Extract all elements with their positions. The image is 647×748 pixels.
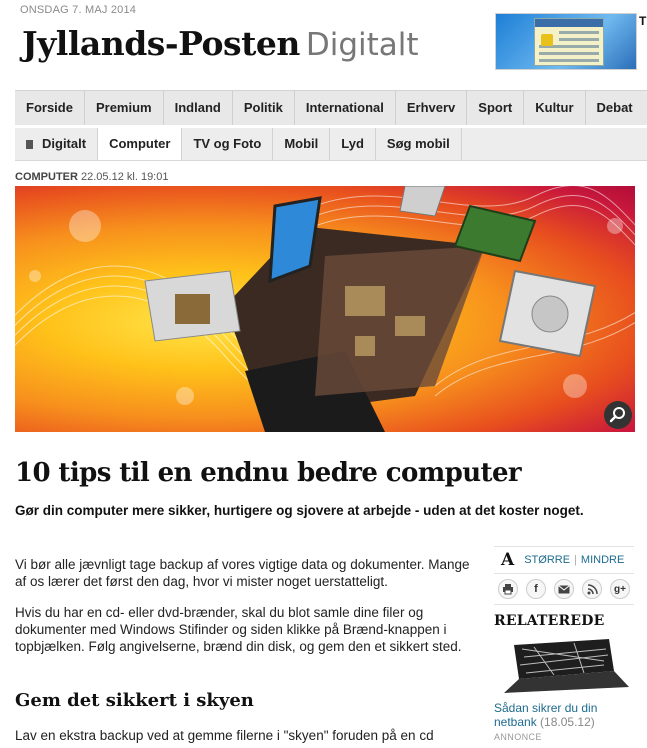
article-sidebar: A STØRRE | MINDRE f g+ RELATEREDE Sådan …	[494, 546, 634, 742]
date-label: ONSDAG 7. MAJ 2014	[20, 4, 137, 16]
related-item-date: (18.05.12)	[540, 715, 595, 729]
related-heading: RELATEREDE	[494, 613, 605, 629]
font-size-letter: A	[501, 550, 515, 570]
font-larger-link[interactable]: STØRRE	[524, 554, 570, 566]
magnifier-icon	[609, 407, 625, 423]
share-bar: f g+	[494, 574, 634, 605]
logo-main-text: Jyllands-Posten	[22, 24, 300, 63]
site-logo[interactable]: Jyllands-Posten Digitalt	[22, 24, 419, 63]
article-subheading: Gem det sikkert i skyen	[15, 690, 254, 711]
hero-image[interactable]	[15, 186, 635, 432]
article-paragraph: Hvis du har en cd- eller dvd-brænder, sk…	[15, 605, 462, 654]
subnav-item-lyd[interactable]: Lyd	[330, 128, 376, 160]
ad-window-graphic	[534, 18, 604, 66]
square-icon	[26, 140, 33, 149]
advertisement-label: ANNONCE	[494, 732, 542, 742]
nav-item-premium[interactable]: Premium	[85, 91, 164, 125]
google-plus-icon[interactable]: g+	[610, 579, 630, 599]
article-title: 10 tips til en endnu bedre computer	[15, 458, 522, 488]
hero-illustration	[15, 186, 635, 432]
font-smaller-link[interactable]: MINDRE	[581, 554, 624, 566]
subnav-label: Digitalt	[42, 136, 87, 151]
nav-item-erhverv[interactable]: Erhverv	[396, 91, 468, 125]
header-advertisement[interactable]	[495, 13, 637, 70]
subnav-item-digitalt[interactable]: Digitalt	[15, 128, 99, 160]
related-thumbnail[interactable]	[494, 635, 634, 695]
logo-sub-text: Digitalt	[305, 27, 419, 63]
section-label[interactable]: COMPUTER	[15, 171, 78, 183]
nav-item-international[interactable]: International	[295, 91, 396, 125]
nav-item-politik[interactable]: Politik	[233, 91, 295, 125]
subnav-item-computer[interactable]: Computer	[98, 128, 183, 160]
article-meta: COMPUTER 22.05.12 kl. 19:01	[15, 171, 168, 183]
nav-item-indland[interactable]: Indland	[164, 91, 233, 125]
cut-off-text: T	[639, 14, 647, 28]
related-item[interactable]: Sådan sikrer du din netbank (18.05.12)	[494, 701, 634, 729]
font-divider: |	[574, 554, 577, 566]
article-lead: Gør din computer mere sikker, hurtigere …	[15, 503, 584, 518]
sub-navigation: Digitalt Computer TV og Foto Mobil Lyd S…	[15, 128, 647, 161]
article-timestamp: 22.05.12 kl. 19:01	[81, 171, 169, 183]
email-icon[interactable]	[554, 579, 574, 599]
subnav-item-sog-mobil[interactable]: Søg mobil	[376, 128, 462, 160]
nav-item-forside[interactable]: Forside	[15, 91, 85, 125]
article-paragraph: Vi bør alle jævnligt tage backup af vore…	[15, 557, 470, 589]
nav-item-debat[interactable]: Debat	[586, 91, 644, 125]
facebook-icon[interactable]: f	[526, 579, 546, 599]
subnav-item-mobil[interactable]: Mobil	[273, 128, 331, 160]
nav-item-sport[interactable]: Sport	[467, 91, 525, 125]
nav-item-kultur[interactable]: Kultur	[524, 91, 586, 125]
rss-icon[interactable]	[582, 579, 602, 599]
font-size-controls: A STØRRE | MINDRE	[494, 546, 634, 574]
zoom-button[interactable]	[604, 401, 632, 429]
subnav-item-tv-og-foto[interactable]: TV og Foto	[182, 128, 274, 160]
main-navigation: Forside Premium Indland Politik Internat…	[15, 90, 647, 125]
article-paragraph: Lav en ekstra backup ved at gemme filern…	[15, 728, 434, 743]
print-icon[interactable]	[498, 579, 518, 599]
netbook-image	[494, 635, 634, 695]
